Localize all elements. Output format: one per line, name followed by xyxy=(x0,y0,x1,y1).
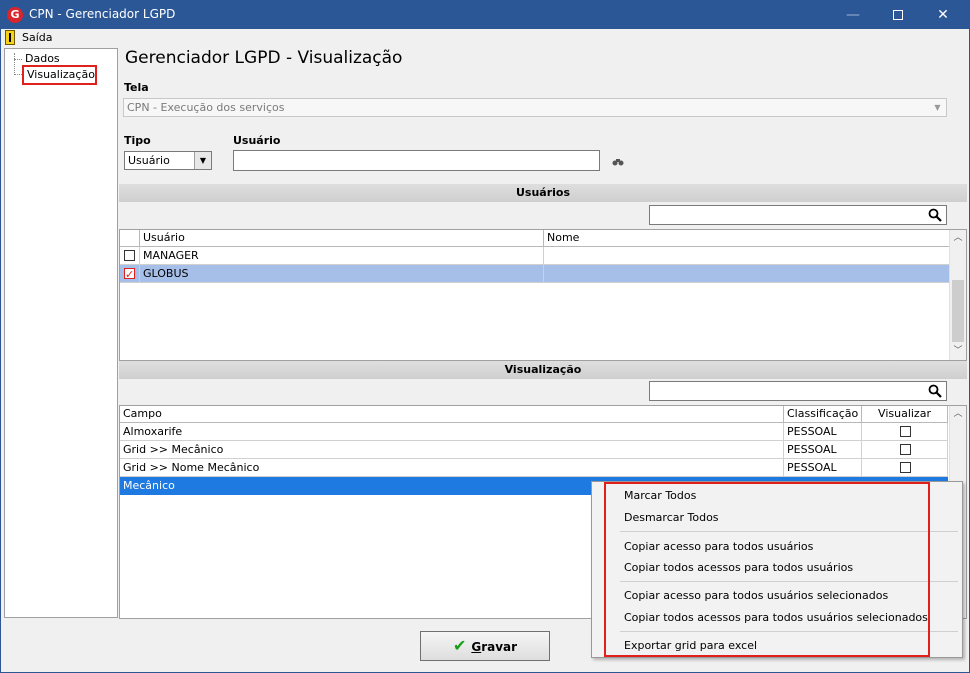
cell-usuario: MANAGER xyxy=(140,247,544,265)
chevron-up-icon[interactable]: ︿ xyxy=(950,230,966,247)
column-header-usuario[interactable]: Usuário xyxy=(140,230,544,247)
tela-label: Tela xyxy=(124,81,149,94)
gravar-label: ravar xyxy=(481,640,518,654)
checkmark-icon: ✔ xyxy=(452,636,467,655)
window-title: CPN - Gerenciador LGPD xyxy=(29,7,176,21)
app-logo-icon: G xyxy=(7,7,23,23)
title-bar[interactable]: G CPN - Gerenciador LGPD — ✕ xyxy=(1,1,969,29)
column-header-classificacao[interactable]: Classificação xyxy=(784,406,862,423)
exit-door-icon[interactable] xyxy=(5,30,15,45)
chevron-down-icon[interactable]: ▼ xyxy=(194,152,211,169)
chevron-up-icon[interactable]: ︿ xyxy=(950,406,966,423)
users-search-input[interactable] xyxy=(649,205,947,225)
row-checkbox-checked[interactable] xyxy=(124,266,135,282)
column-header-visualizar[interactable]: Visualizar xyxy=(862,406,948,423)
gravar-button[interactable]: ✔ Gravar xyxy=(420,631,550,661)
highlight-box xyxy=(604,482,930,657)
cell-classificacao: PESSOAL xyxy=(784,441,862,459)
column-header-nome[interactable]: Nome xyxy=(544,230,950,247)
users-grid: Usuário Nome MANAGER GLOBUS ︿ ﹀ xyxy=(119,229,967,361)
minimize-button[interactable]: — xyxy=(831,1,875,29)
users-section-header: Usuários xyxy=(119,184,967,202)
usuario-input[interactable] xyxy=(233,150,600,171)
tela-select-value: CPN - Execução dos serviços xyxy=(127,101,285,114)
table-row[interactable]: MANAGER xyxy=(120,247,950,265)
gravar-mnemonic: G xyxy=(471,640,482,654)
vis-search-input[interactable] xyxy=(649,381,947,401)
tela-select[interactable]: CPN - Execução dos serviços ▼ xyxy=(123,98,947,117)
table-row[interactable]: Grid >> Mecânico PESSOAL xyxy=(120,441,948,459)
scroll-thumb[interactable] xyxy=(952,280,964,342)
row-checkbox[interactable] xyxy=(124,250,135,261)
menu-bar: Saída xyxy=(1,29,969,47)
maximize-icon xyxy=(893,10,903,20)
cell-campo: Almoxarife xyxy=(120,423,784,441)
vis-section-header: Visualização xyxy=(119,361,967,379)
cell-nome xyxy=(544,247,950,265)
column-header-select[interactable] xyxy=(120,230,140,247)
chevron-down-icon[interactable]: ▼ xyxy=(929,99,946,116)
menu-exit[interactable]: Saída xyxy=(22,31,53,44)
tipo-select-value: Usuário xyxy=(128,154,170,167)
cell-nome xyxy=(544,265,950,283)
cell-campo: Grid >> Mecânico xyxy=(120,441,784,459)
cell-campo: Grid >> Nome Mecânico xyxy=(120,459,784,477)
binoculars-icon[interactable] xyxy=(612,158,624,166)
navigation-tree: Dados Visualização xyxy=(4,48,118,618)
cell-classificacao: PESSOAL xyxy=(784,423,862,441)
visualizar-checkbox[interactable] xyxy=(900,426,911,437)
app-window: G CPN - Gerenciador LGPD — ✕ Saída Dados… xyxy=(0,0,970,673)
tipo-label: Tipo xyxy=(124,134,151,147)
close-button[interactable]: ✕ xyxy=(921,1,965,29)
visualizar-checkbox[interactable] xyxy=(900,462,911,473)
column-header-campo[interactable]: Campo xyxy=(120,406,784,423)
maximize-button[interactable] xyxy=(876,1,920,29)
page-title: Gerenciador LGPD - Visualização xyxy=(125,48,403,68)
tipo-select[interactable]: Usuário ▼ xyxy=(124,151,212,170)
tree-item-dados[interactable]: Dados xyxy=(25,52,60,65)
search-icon[interactable] xyxy=(928,384,942,398)
users-vertical-scrollbar[interactable]: ︿ ﹀ xyxy=(949,230,966,360)
cell-classificacao: PESSOAL xyxy=(784,459,862,477)
search-icon[interactable] xyxy=(928,208,942,222)
visualizar-checkbox[interactable] xyxy=(900,444,911,455)
highlight-box xyxy=(22,65,97,85)
table-row[interactable]: Grid >> Nome Mecânico PESSOAL xyxy=(120,459,948,477)
table-row-selected[interactable]: GLOBUS xyxy=(120,265,950,283)
cell-usuario: GLOBUS xyxy=(140,265,544,283)
usuario-label: Usuário xyxy=(233,134,281,147)
table-row[interactable]: Almoxarife PESSOAL xyxy=(120,423,948,441)
chevron-down-icon[interactable]: ﹀ xyxy=(950,343,966,360)
